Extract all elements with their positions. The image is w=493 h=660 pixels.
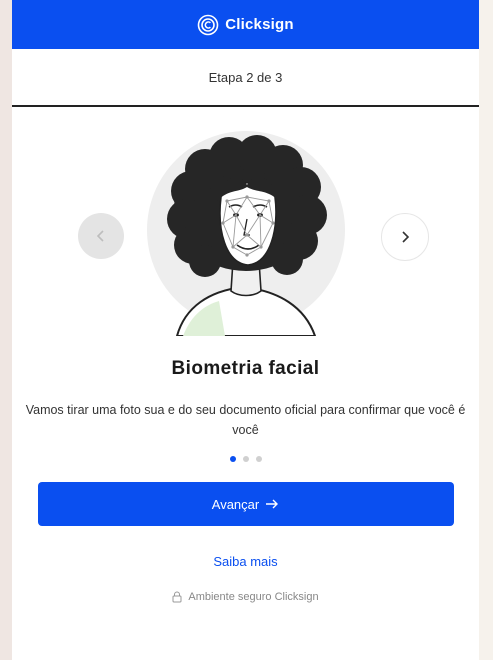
next-button[interactable]: Avançar: [37, 482, 454, 526]
clicksign-logo-icon: [197, 14, 219, 35]
secure-environment-label: Ambiente seguro Clicksign: [188, 591, 319, 603]
page-background-right: [479, 0, 493, 660]
chevron-right-icon: [402, 231, 410, 243]
secure-environment-note: Ambiente seguro Clicksign: [12, 591, 479, 603]
chevron-left-icon: [96, 230, 104, 242]
biometrics-card: Clicksign Etapa 2 de 3 Biometria facial …: [12, 0, 479, 660]
next-button-label: Avançar: [211, 496, 260, 512]
carousel: [12, 131, 479, 336]
pagination-dot[interactable]: [242, 456, 249, 462]
learn-more-link[interactable]: Saiba mais: [12, 554, 479, 569]
carousel-prev-button[interactable]: [78, 213, 124, 259]
section-title: Biometria facial: [171, 358, 320, 379]
page-background-left: [0, 0, 12, 660]
face-biometrics-illustration: [167, 135, 327, 336]
step-indicator: Etapa 2 de 3: [12, 49, 479, 107]
lock-icon: [172, 591, 182, 603]
brand-logo: Clicksign: [197, 14, 294, 36]
header-bar: Clicksign: [12, 0, 479, 49]
pagination-dot[interactable]: [255, 456, 262, 462]
section-description: Vamos tirar uma foto sua e do seu docume…: [25, 403, 466, 437]
pagination-dot-active[interactable]: [229, 456, 236, 462]
carousel-next-button[interactable]: [381, 213, 429, 261]
brand-name: Clicksign: [225, 16, 294, 33]
carousel-pagination: [12, 456, 479, 462]
arrow-right-icon: [266, 499, 279, 509]
